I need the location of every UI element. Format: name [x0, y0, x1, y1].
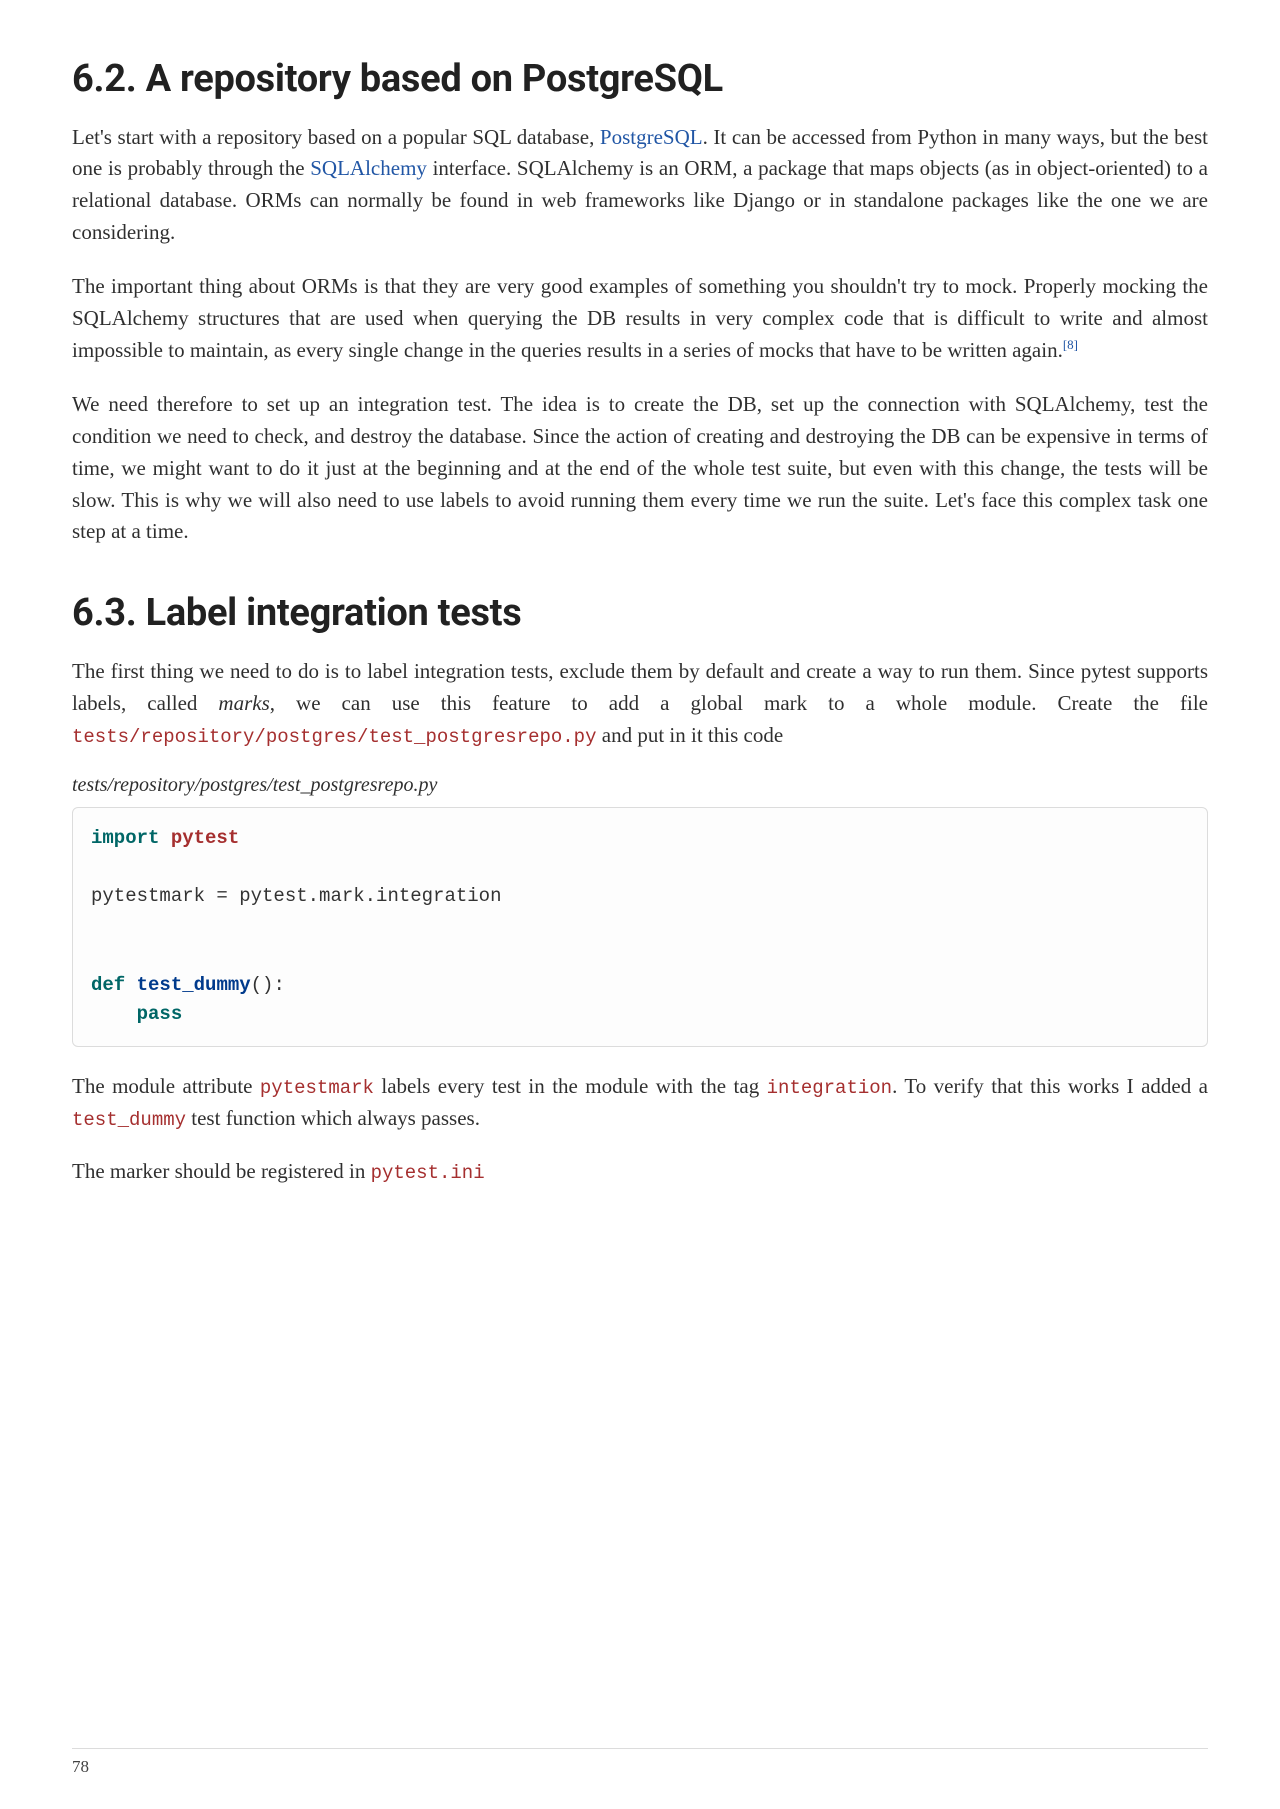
inline-code-filepath: tests/repository/postgres/test_postgresr… [72, 726, 597, 748]
paragraph: Let's start with a repository based on a… [72, 122, 1208, 250]
code-punct: (): [251, 974, 285, 996]
paragraph: The module attribute pytestmark labels e… [72, 1071, 1208, 1135]
code-keyword: pass [137, 1003, 183, 1025]
page-number: 78 [72, 1757, 89, 1777]
text: test function which always passes. [186, 1106, 480, 1130]
text: , we can use this feature to add a globa… [270, 691, 1208, 715]
text: and put in it this code [597, 723, 784, 747]
link-sqlalchemy[interactable]: SQLAlchemy [310, 156, 427, 180]
code-function-name: test_dummy [137, 974, 251, 996]
code-keyword: def [91, 974, 125, 996]
link-postgresql[interactable]: PostgreSQL [600, 125, 703, 149]
section-heading-6-2: 6.2. A repository based on PostgreSQL [72, 56, 1208, 104]
text: labels every test in the module with the… [374, 1074, 767, 1098]
inline-code: test_dummy [72, 1109, 186, 1131]
text: The marker should be registered in [72, 1159, 371, 1183]
inline-code: pytest.ini [371, 1162, 485, 1184]
code-keyword: import [91, 827, 159, 849]
footnote-link-8[interactable]: [8] [1063, 337, 1078, 352]
section-heading-6-3: 6.3. Label integration tests [72, 590, 1208, 638]
code-listing: import pytest pytestmark = pytest.mark.i… [72, 807, 1208, 1047]
text: The important thing about ORMs is that t… [72, 274, 1208, 362]
inline-code: integration [767, 1077, 892, 1099]
document-page: 6.2. A repository based on PostgreSQL Le… [0, 0, 1280, 1809]
text: . To verify that this works I added a [892, 1074, 1208, 1098]
emphasis-marks: marks [218, 691, 269, 715]
text: Let's start with a repository based on a… [72, 125, 600, 149]
code-listing-caption: tests/repository/postgres/test_postgresr… [72, 774, 1208, 797]
paragraph: The important thing about ORMs is that t… [72, 271, 1208, 367]
paragraph: The first thing we need to do is to labe… [72, 656, 1208, 752]
code-content: import pytest pytestmark = pytest.mark.i… [91, 824, 1189, 1030]
paragraph: We need therefore to set up an integrati… [72, 389, 1208, 549]
code-module: pytest [171, 827, 239, 849]
footer-rule [72, 1748, 1208, 1749]
inline-code: pytestmark [260, 1077, 374, 1099]
code-line: pytestmark = pytest.mark.integration [91, 885, 501, 907]
text: The module attribute [72, 1074, 260, 1098]
paragraph: The marker should be registered in pytes… [72, 1156, 1208, 1188]
